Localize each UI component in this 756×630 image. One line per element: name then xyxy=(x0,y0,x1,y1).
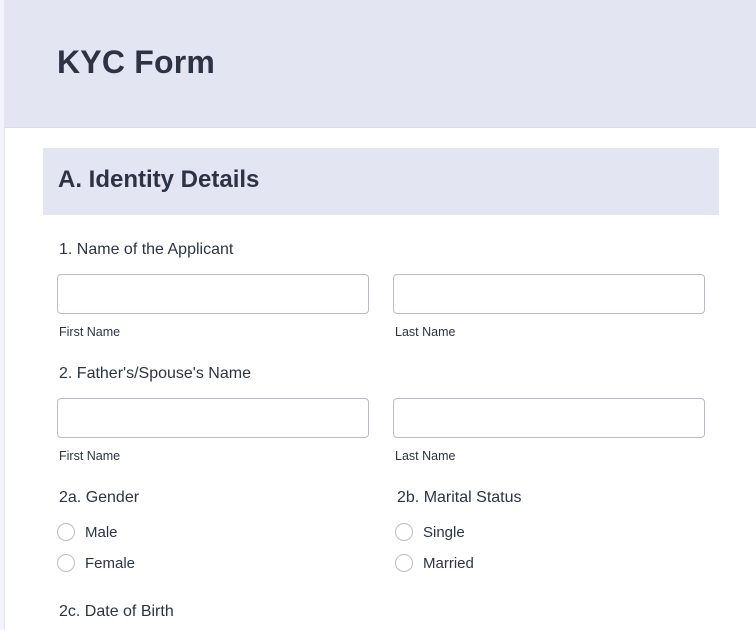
gender-label: 2a. Gender xyxy=(59,489,140,506)
radio-button[interactable] xyxy=(395,554,413,572)
radio-label: Married xyxy=(423,554,474,572)
marital-status-option-married[interactable]: Married xyxy=(395,552,474,574)
applicant-name-label: 1. Name of the Applicant xyxy=(59,241,234,258)
radio-label: Female xyxy=(85,554,136,572)
father-spouse-name-label: 2. Father's/Spouse's Name xyxy=(59,365,251,382)
father-spouse-first-name-input[interactable] xyxy=(57,398,369,438)
radio-label: Single xyxy=(423,523,465,541)
applicant-last-name-sublabel: Last Name xyxy=(395,325,456,339)
applicant-first-name-sublabel: First Name xyxy=(59,325,121,339)
father-spouse-last-name-sublabel: Last Name xyxy=(395,449,456,463)
section-title: A. Identity Details xyxy=(58,166,260,193)
gender-option-female[interactable]: Female xyxy=(57,552,135,574)
radio-button[interactable] xyxy=(57,554,75,572)
radio-label: Male xyxy=(85,523,118,541)
section-header-identity-details: A. Identity Details xyxy=(43,148,719,215)
father-spouse-last-name-input[interactable] xyxy=(393,398,705,438)
applicant-first-name-input[interactable] xyxy=(57,274,369,314)
radio-button[interactable] xyxy=(395,523,413,541)
gender-option-male[interactable]: Male xyxy=(57,521,118,543)
form-page: KYC Form A. Identity Details 1. Name of … xyxy=(4,0,756,630)
form-title: KYC Form xyxy=(57,44,216,80)
radio-button[interactable] xyxy=(57,523,75,541)
father-spouse-first-name-sublabel: First Name xyxy=(59,449,121,463)
marital-status-label: 2b. Marital Status xyxy=(397,489,522,506)
marital-status-option-single[interactable]: Single xyxy=(395,521,465,543)
applicant-last-name-input[interactable] xyxy=(393,274,705,314)
form-header: KYC Form xyxy=(5,0,756,128)
date-of-birth-label: 2c. Date of Birth xyxy=(59,603,174,620)
